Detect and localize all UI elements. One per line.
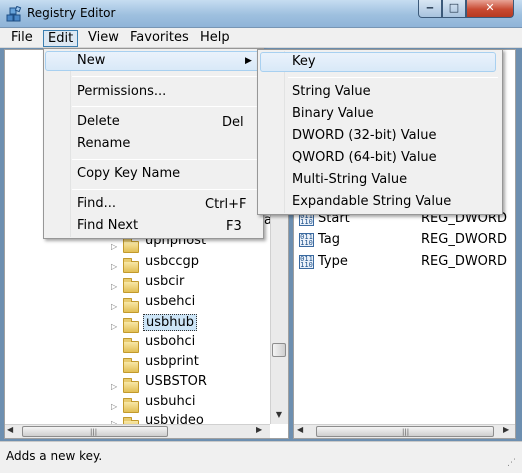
tree-item-selected-wrap: usbhub (143, 312, 197, 331)
menu-item-find[interactable]: Find... (77, 194, 116, 214)
tree-item-label[interactable]: usbccgp (145, 253, 199, 271)
submenu-item-binary-value[interactable]: Binary Value (292, 104, 374, 124)
tree-item-label[interactable]: usbhub (143, 314, 197, 331)
menu-view[interactable]: View (84, 30, 123, 47)
expand-arrow-icon[interactable]: ▷ (111, 302, 117, 311)
folder-icon (123, 258, 139, 273)
menu-item-delete[interactable]: Delete (77, 112, 120, 132)
menu-item-rename[interactable]: Rename (77, 134, 130, 154)
folder-icon (123, 398, 139, 413)
menu-item-copy-key-name[interactable]: Copy Key Name (77, 164, 180, 184)
close-button[interactable]: ✕ (466, 0, 514, 18)
tree-item-label[interactable]: usbcir (145, 273, 184, 291)
expand-arrow-icon[interactable]: ▷ (111, 382, 117, 391)
find-shortcut: Ctrl+F (205, 197, 247, 212)
title-bar[interactable]: Registry Editor ‒ □ ✕ (0, 0, 522, 28)
resize-grip-icon[interactable]: ⋰ (507, 458, 516, 468)
submenu-arrow-icon: ▶ (245, 56, 252, 66)
tree-item-label[interactable]: usbohci (145, 333, 195, 351)
tree-vertical-scroll-thumb[interactable] (272, 343, 286, 357)
menu-gutter (45, 50, 71, 237)
menu-file[interactable]: File (7, 30, 37, 47)
folder-open-icon (123, 318, 139, 333)
menu-item-permissions[interactable]: Permissions... (77, 82, 166, 102)
maximize-button[interactable]: □ (442, 0, 466, 18)
menu-favorites[interactable]: Favorites (126, 30, 193, 47)
submenu-item-key[interactable]: Key (292, 52, 316, 72)
submenu-item-multi-string-value[interactable]: Multi-String Value (292, 170, 407, 190)
scroll-left-arrow-icon[interactable]: ◀ (7, 425, 13, 434)
scroll-down-arrow-icon[interactable]: ▼ (272, 408, 286, 422)
regedit-icon (6, 6, 22, 22)
minimize-button[interactable]: ‒ (418, 0, 442, 18)
menu-bar: File Edit View Favorites Help (0, 28, 522, 48)
submenu-item-string-value[interactable]: String Value (292, 82, 371, 102)
tree-item-label[interactable]: usbehci (145, 293, 195, 311)
tree-item-label[interactable]: usbuhci (145, 393, 196, 411)
reg-dword-icon: 011 110 (299, 233, 314, 247)
folder-icon (123, 298, 139, 313)
expand-arrow-icon[interactable]: ▷ (111, 282, 117, 291)
value-name[interactable]: Tag (318, 231, 340, 249)
menu-separator (72, 106, 260, 107)
folder-icon (123, 278, 139, 293)
submenu-item-expandable-string-value[interactable]: Expandable String Value (292, 192, 451, 212)
menu-item-new-label: New (77, 53, 106, 68)
folder-icon (123, 238, 139, 253)
menu-separator (72, 159, 260, 160)
reg-dword-icon: 011 110 (299, 255, 314, 269)
status-text: Adds a new key. (6, 449, 103, 463)
scroll-right-arrow-icon[interactable]: ▶ (503, 425, 509, 434)
folder-icon (123, 378, 139, 393)
menu-edit[interactable]: Edit (43, 30, 79, 47)
menu-separator (288, 77, 498, 78)
grip-icon: ||| (90, 428, 98, 436)
folder-icon (123, 358, 139, 373)
submenu-item-dword-value[interactable]: DWORD (32-bit) Value (292, 126, 436, 146)
close-icon: ✕ (485, 1, 495, 14)
expand-arrow-icon[interactable]: ▷ (111, 402, 117, 411)
value-type: REG_DWORD (421, 232, 507, 247)
menu-help[interactable]: Help (196, 30, 234, 47)
menu-separator (72, 76, 260, 77)
maximize-icon: □ (448, 1, 460, 14)
tree-item-label[interactable]: USBSTOR (145, 373, 207, 391)
minimize-icon: ‒ (426, 1, 434, 14)
delete-shortcut: Del (222, 115, 244, 130)
find-next-shortcut: F3 (226, 219, 242, 234)
expand-arrow-icon[interactable]: ▷ (111, 262, 117, 271)
tree-item-label[interactable]: usbprint (145, 353, 199, 371)
menu-gutter (259, 51, 285, 213)
expand-arrow-icon[interactable]: ▷ (111, 322, 117, 331)
scroll-right-arrow-icon[interactable]: ▶ (256, 425, 262, 434)
submenu-item-qword-value[interactable]: QWORD (64-bit) Value (292, 148, 437, 168)
value-name[interactable]: Type (318, 253, 348, 271)
menu-item-find-next[interactable]: Find Next (77, 216, 138, 236)
grip-icon: ||| (402, 428, 410, 436)
menu-separator (72, 189, 260, 190)
value-type: REG_DWORD (421, 254, 507, 269)
expand-arrow-icon[interactable]: ▷ (111, 242, 117, 251)
scroll-left-arrow-icon[interactable]: ◀ (297, 425, 303, 434)
window-title: Registry Editor (27, 6, 116, 20)
folder-icon (123, 338, 139, 353)
